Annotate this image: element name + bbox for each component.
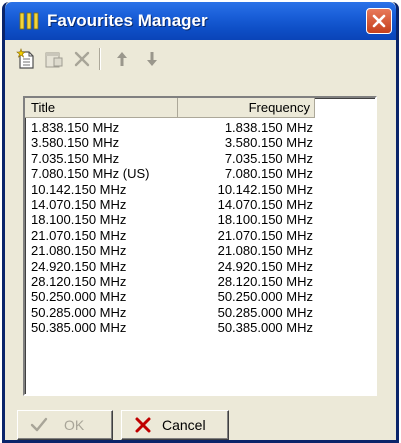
dialog-buttons: OK Cancel: [5, 410, 396, 440]
move-up-button[interactable]: [109, 46, 135, 72]
list-item-frequency: 14.070.150 MHz: [217, 196, 313, 212]
list-item-frequency: 24.920.150 MHz: [217, 258, 313, 274]
move-up-icon: [117, 52, 127, 66]
toolbar-separator: [99, 48, 101, 70]
close-icon: [372, 14, 386, 28]
list-item[interactable]: 50.250.000 MHz 50.250.000 MHz: [25, 289, 325, 304]
list-item[interactable]: 7.035.150 MHz 7.035.150 MHz: [25, 151, 325, 166]
list-item-frequency: 10.142.150 MHz: [217, 181, 313, 197]
list-item-title: 7.080.150 MHz (US): [31, 166, 150, 182]
list-item-frequency: 21.070.150 MHz: [217, 227, 313, 243]
favourites-manager-window: Favourites Manager Title Frequency 1.838…: [2, 2, 399, 443]
list-item[interactable]: 1.838.150 MHz 1.838.150 MHz: [25, 120, 325, 135]
list-item-title: 50.385.000 MHz: [31, 320, 127, 336]
move-down-icon: [147, 52, 157, 66]
list-item-title: 21.080.150 MHz: [31, 243, 127, 259]
list-item-title: 10.142.150 MHz: [31, 181, 127, 197]
list-item-title: 1.838.150 MHz: [31, 120, 120, 135]
list-item-frequency: 7.035.150 MHz: [224, 150, 313, 166]
new-favourite-button[interactable]: [13, 46, 39, 72]
list-item[interactable]: 18.100.150 MHz 18.100.150 MHz: [25, 212, 325, 227]
list-item-title: 3.580.150 MHz: [31, 135, 120, 151]
list-item-title: 21.070.150 MHz: [31, 227, 127, 243]
list-item-title: 14.070.150 MHz: [31, 196, 127, 212]
list-item-title: 50.285.000 MHz: [31, 304, 127, 320]
close-button[interactable]: [366, 8, 392, 34]
list-item-frequency: 50.385.000 MHz: [217, 320, 313, 336]
list-item[interactable]: 50.385.000 MHz 50.385.000 MHz: [25, 320, 325, 335]
cancel-button[interactable]: Cancel: [121, 410, 229, 440]
ok-button[interactable]: OK: [17, 410, 113, 440]
checkmark-icon: [30, 416, 48, 434]
list-item[interactable]: 21.080.150 MHz 21.080.150 MHz: [25, 243, 325, 258]
list-item-frequency: 3.580.150 MHz: [224, 135, 313, 151]
list-item-frequency: 18.100.150 MHz: [217, 212, 313, 228]
list-item[interactable]: 14.070.150 MHz 14.070.150 MHz: [25, 197, 325, 212]
list-item-frequency: 21.080.150 MHz: [217, 243, 313, 259]
list-rows: 1.838.150 MHz 1.838.150 MHz 3.580.150 MHz 3…: [25, 120, 325, 335]
list-item-frequency: 7.080.150 MHz: [224, 166, 313, 182]
list-item[interactable]: 7.080.150 MHz (US) 7.080.150 MHz: [25, 166, 325, 181]
list-item-title: 24.920.150 MHz: [31, 258, 127, 274]
list-item[interactable]: 24.920.150 MHz 24.920.150 MHz: [25, 259, 325, 274]
toolbar: [5, 40, 396, 78]
list-item-frequency: 1.838.150 MHz: [224, 120, 313, 135]
list-item-frequency: 50.285.000 MHz: [217, 304, 313, 320]
list-item[interactable]: 21.070.150 MHz 21.070.150 MHz: [25, 228, 325, 243]
app-icon: [19, 11, 39, 31]
list-item[interactable]: 50.285.000 MHz 50.285.000 MHz: [25, 305, 325, 320]
list-item-frequency: 28.120.150 MHz: [217, 273, 313, 289]
favourites-list[interactable]: Title Frequency 1.838.150 MHz 1.838.150 M…: [23, 96, 377, 396]
window-title: Favourites Manager: [47, 11, 208, 30]
delete-icon: [74, 51, 90, 67]
column-header-title[interactable]: Title: [25, 98, 178, 118]
delete-button[interactable]: [69, 46, 95, 72]
list-header: Title Frequency: [25, 98, 315, 118]
properties-icon: [45, 52, 63, 68]
list-item-title: 50.250.000 MHz: [31, 289, 127, 305]
move-down-button[interactable]: [139, 46, 165, 72]
column-header-frequency[interactable]: Frequency: [178, 98, 315, 118]
list-item-title: 18.100.150 MHz: [31, 212, 127, 228]
list-item-frequency: 50.250.000 MHz: [217, 289, 313, 305]
ok-label: OK: [64, 417, 85, 433]
list-item-title: 28.120.150 MHz: [31, 273, 127, 289]
cancel-x-icon: [134, 416, 152, 434]
list-item[interactable]: 3.580.150 MHz 3.580.150 MHz: [25, 135, 325, 150]
properties-button[interactable]: [41, 46, 67, 72]
cancel-label: Cancel: [162, 417, 206, 433]
list-item-title: 7.035.150 MHz: [31, 150, 120, 166]
title-bar[interactable]: Favourites Manager: [5, 2, 396, 40]
list-item[interactable]: 10.142.150 MHz 10.142.150 MHz: [25, 182, 325, 197]
new-favourite-icon: [16, 48, 34, 69]
list-item[interactable]: 28.120.150 MHz 28.120.150 MHz: [25, 274, 325, 289]
